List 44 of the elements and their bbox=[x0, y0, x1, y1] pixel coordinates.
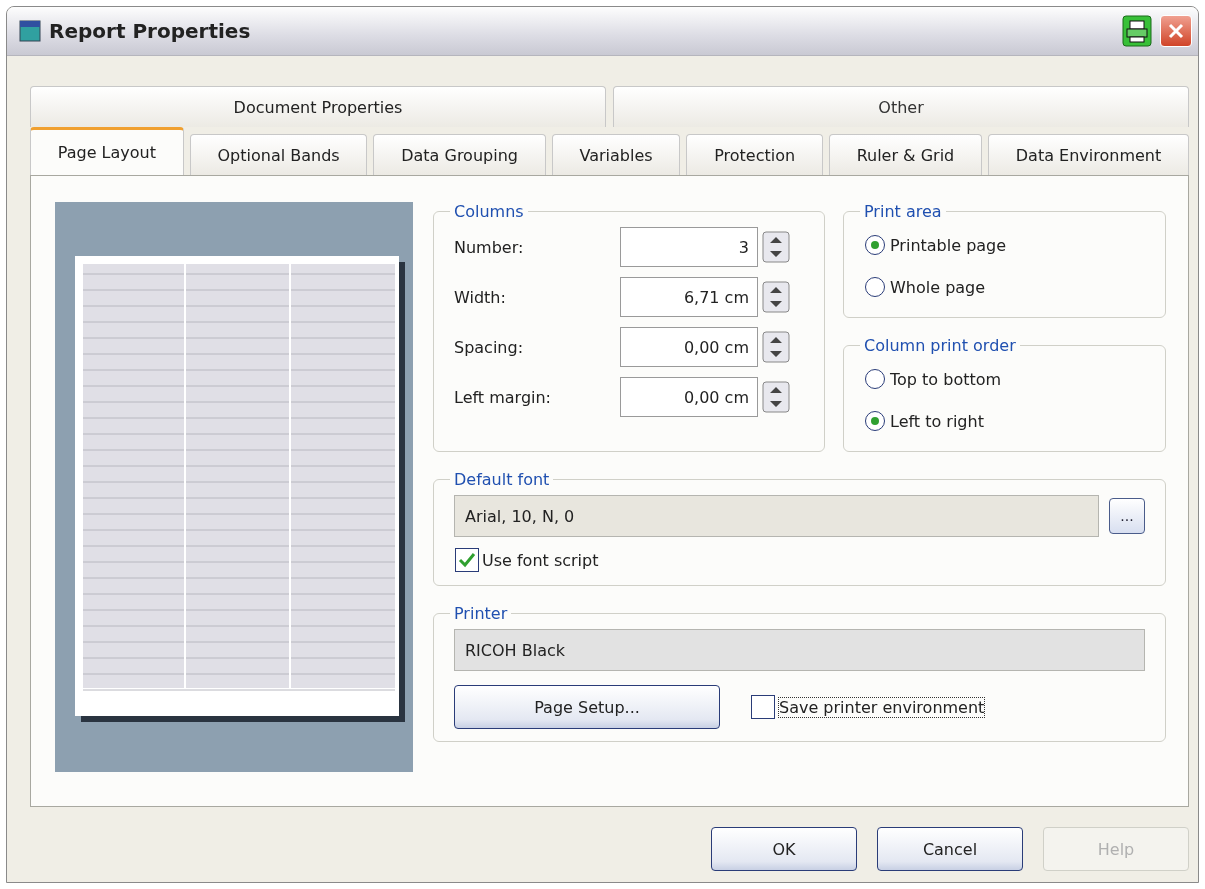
spinner-icon[interactable] bbox=[762, 231, 790, 263]
number-field[interactable]: 0,00 cm bbox=[620, 377, 758, 417]
field-label: Width: bbox=[454, 287, 507, 307]
number-field[interactable]: 3 bbox=[620, 227, 758, 267]
dialog-button[interactable]: Cancel bbox=[877, 827, 1023, 871]
dialog-button[interactable]: OK bbox=[711, 827, 857, 871]
printer-icon[interactable] bbox=[1122, 15, 1152, 47]
spinner-icon[interactable] bbox=[762, 381, 790, 413]
tab[interactable]: Page Layout bbox=[30, 127, 184, 175]
tab[interactable]: Ruler & Grid bbox=[828, 134, 983, 175]
radio-button[interactable]: Left to right bbox=[864, 403, 984, 439]
printer-field: RICOH Black bbox=[454, 629, 1145, 671]
tab[interactable]: Protection bbox=[686, 134, 823, 175]
checkbox[interactable] bbox=[750, 694, 776, 720]
group-title: Print area bbox=[863, 202, 943, 221]
tab[interactable]: Data Environment bbox=[988, 134, 1189, 175]
number-field[interactable]: 6,71 cm bbox=[620, 277, 758, 317]
page-setup-button[interactable]: Page Setup... bbox=[454, 685, 720, 729]
close-icon bbox=[1167, 22, 1185, 40]
tab[interactable]: Variables bbox=[551, 134, 681, 175]
field-label: Left margin: bbox=[454, 387, 552, 407]
window-title: Report Properties bbox=[49, 19, 252, 43]
report-icon bbox=[19, 20, 41, 42]
close-button[interactable] bbox=[1160, 15, 1192, 47]
field-label: Spacing: bbox=[454, 337, 525, 357]
group-title: Default font bbox=[453, 470, 551, 489]
tab[interactable]: Optional Bands bbox=[189, 134, 368, 175]
tab-group[interactable]: Document Properties bbox=[30, 86, 606, 127]
spinner-icon[interactable] bbox=[762, 281, 790, 313]
field-label: Number: bbox=[454, 237, 525, 257]
tab-group[interactable]: Other bbox=[613, 86, 1189, 127]
group-title: Printer bbox=[453, 604, 509, 623]
spinner-icon[interactable] bbox=[762, 331, 790, 363]
number-field[interactable]: 0,00 cm bbox=[620, 327, 758, 367]
checkbox-label[interactable]: Use font script bbox=[454, 547, 599, 573]
browse-button[interactable]: ... bbox=[1109, 498, 1145, 534]
radio-button[interactable]: Whole page bbox=[864, 269, 986, 305]
checkbox[interactable] bbox=[454, 547, 480, 573]
radio-button[interactable]: Printable page bbox=[864, 227, 1007, 263]
font-field[interactable]: Arial, 10, N, 0 bbox=[454, 495, 1099, 537]
tab[interactable]: Data Grouping bbox=[373, 134, 546, 175]
radio-button[interactable]: Top to bottom bbox=[864, 361, 1002, 397]
group-title: Column print order bbox=[863, 336, 1017, 355]
group-title: Columns bbox=[453, 202, 525, 221]
